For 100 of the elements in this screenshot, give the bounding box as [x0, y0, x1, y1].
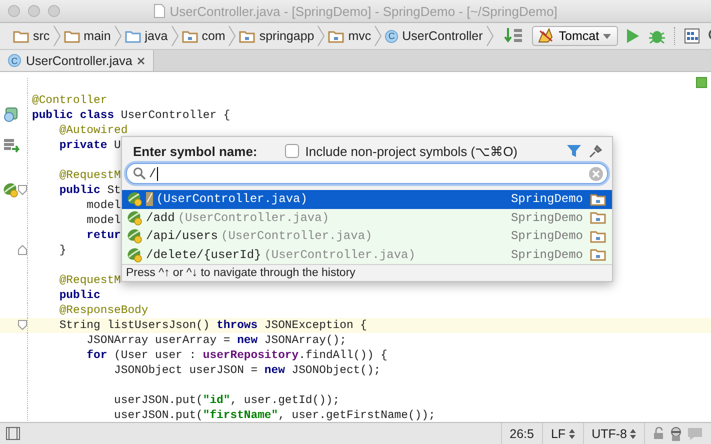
bug-icon[interactable] [648, 28, 666, 44]
result-item[interactable]: /delete/{userId} (UserController.java) SpringDemo [122, 246, 612, 264]
spring-bean-icon [127, 228, 143, 244]
result-project: SpringDemo [510, 192, 584, 206]
updown-icon [630, 428, 636, 438]
folder-icon [239, 30, 256, 42]
result-path: / [146, 192, 154, 206]
code-line: userJSON.put("id", user.getId()); [113, 394, 340, 406]
result-project: SpringDemo [510, 210, 584, 225]
code-line: @Autowired [58, 124, 128, 136]
folder-icon [590, 248, 606, 262]
editor-tab[interactable]: C UserController.java [0, 50, 154, 71]
chevron-icon [170, 25, 179, 47]
code-line: model [86, 200, 121, 212]
minimize-button[interactable] [28, 5, 40, 17]
code-line: JSONObject userJSON = new JSONObject(); [113, 364, 381, 376]
popup-title: Enter symbol name: [133, 144, 258, 158]
chevron-icon [486, 25, 494, 47]
cat-icon [536, 28, 555, 44]
run-configuration-dropdown[interactable]: Tomcat [532, 26, 618, 46]
breadcrumb-item[interactable]: C UserController [382, 29, 486, 43]
folder-icon [590, 230, 606, 243]
popup-hint: Press ^↑ or ^↓ to navigate through the history [122, 264, 612, 281]
code-line: model [86, 214, 121, 226]
code-line: for (User user : userRepository.findAll()) { [86, 350, 388, 362]
folder-icon [64, 30, 80, 42]
chevron-icon [317, 25, 326, 47]
zoom-button[interactable] [48, 5, 60, 17]
inspector-icon[interactable] [668, 426, 684, 442]
code-line: private U [58, 140, 121, 152]
folder-icon [182, 30, 198, 42]
class-icon: C [385, 30, 398, 42]
fold-icon [18, 185, 27, 195]
result-item[interactable]: /api/users (UserController.java) SpringDemo [122, 227, 612, 246]
code-line: } [58, 244, 66, 256]
spring-bean-icon [3, 182, 19, 198]
document-icon [154, 4, 165, 18]
breadcrumb-item[interactable]: mvc [325, 29, 374, 43]
result-file: (UserController.java) [178, 210, 330, 225]
result-path: /add [146, 210, 175, 225]
search-field[interactable]: / [126, 163, 608, 184]
breadcrumb-item[interactable]: com [178, 29, 228, 43]
pin-icon[interactable] [588, 143, 604, 159]
panel-toggle-icon[interactable] [6, 427, 20, 440]
code-line: String listUsersJson() throws JSONException { [58, 320, 367, 332]
updown-icon [568, 428, 575, 438]
caret-position[interactable]: 26:5 [500, 423, 542, 444]
result-file: (UserController.java) [264, 248, 416, 262]
line-separator-selector[interactable]: LF [550, 426, 566, 440]
close-icon[interactable] [137, 56, 146, 64]
breadcrumb-item[interactable]: java [122, 29, 171, 43]
caret-icon [603, 34, 612, 38]
result-item[interactable]: / (UserController.java) SpringDemo [122, 190, 612, 208]
chevron-icon [52, 25, 61, 47]
fold-icon [18, 245, 27, 255]
folder-icon [124, 30, 141, 42]
sort-icon[interactable] [504, 27, 524, 45]
injection-icon [3, 137, 21, 153]
run-icon[interactable] [626, 28, 640, 44]
code-line: public [58, 290, 100, 302]
fold-icon [18, 320, 27, 330]
close-button[interactable] [8, 5, 20, 17]
encoding-selector[interactable]: UTF-8 [592, 426, 627, 440]
spring-bean-icon [127, 191, 143, 208]
result-project: SpringDemo [510, 229, 584, 244]
lock-icon[interactable] [653, 427, 665, 440]
chevron-icon [228, 25, 236, 47]
folder-icon [590, 192, 606, 206]
code-line: @Controller [31, 94, 108, 106]
breadcrumb-item[interactable]: main [60, 29, 114, 43]
checkbox-label[interactable]: Include non-project symbols (⌥⌘O) [305, 144, 560, 158]
project-structure-icon[interactable] [684, 28, 700, 44]
folder-icon [328, 30, 344, 42]
filter-icon[interactable] [566, 144, 582, 158]
chevron-icon [114, 25, 122, 47]
code-line: public St [58, 184, 121, 196]
result-project: SpringDemo [510, 248, 584, 262]
folder-icon [590, 211, 606, 224]
spring-bean-icon [127, 210, 143, 226]
window-title: UserController.java - [SpringDemo] - SpringDemo - [~/SpringDemo] [170, 4, 558, 18]
spring-bean-icon [127, 246, 143, 263]
breadcrumb-item[interactable]: src [10, 29, 53, 43]
search-icon [133, 167, 146, 180]
checkbox[interactable] [285, 144, 300, 158]
folder-icon [13, 30, 29, 42]
result-file: (UserController.java) [156, 192, 308, 206]
result-item[interactable]: /add (UserController.java) SpringDemo [122, 208, 612, 227]
result-file: (UserController.java) [221, 229, 372, 244]
clear-icon[interactable] [589, 166, 603, 180]
code-line: @RequestM [58, 274, 121, 286]
code-line: retur [86, 230, 121, 242]
result-path: /api/users [146, 229, 218, 244]
chevron-icon [374, 25, 382, 47]
status-marker-icon [696, 77, 707, 88]
code-line: @ResponseBody [58, 304, 148, 316]
class-icon: C [8, 54, 21, 67]
code-line: @RequestM [58, 170, 121, 182]
code-line: userJSON.put("firstName", user.getFirstName()); [113, 410, 436, 422]
breadcrumb-item[interactable]: springapp [236, 29, 318, 43]
code-line: public class UserController { [31, 110, 230, 122]
